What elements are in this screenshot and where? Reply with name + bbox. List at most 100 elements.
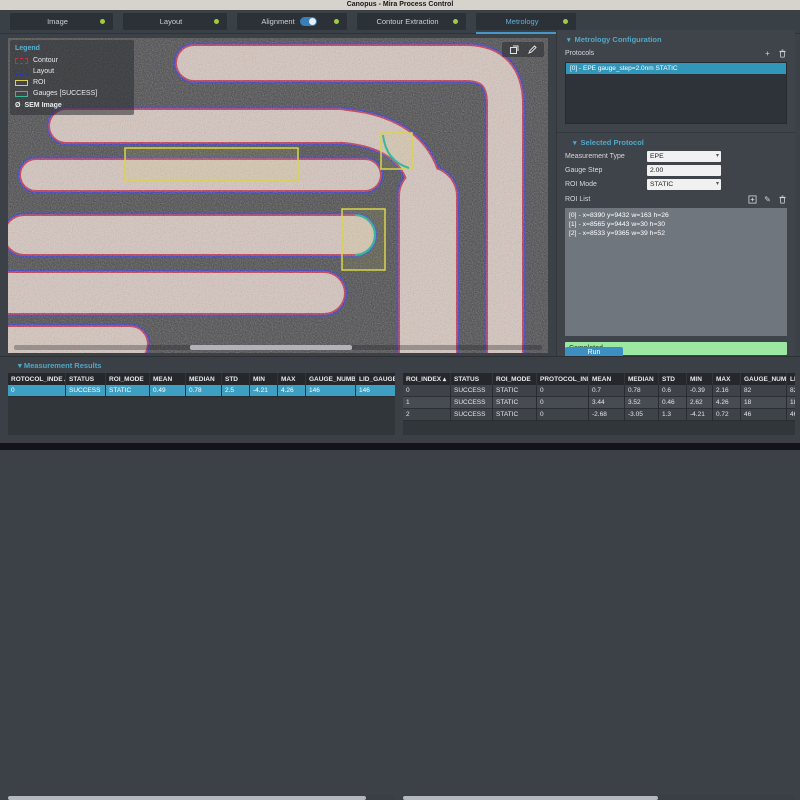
table-row[interactable]: 0SUCCESSSTATIC00.70.780.6-0.392.1682820: [403, 385, 795, 397]
status-dot: [214, 19, 219, 24]
sem-image-label: SEM Image: [24, 102, 61, 109]
column-header[interactable]: ROI_MODE: [493, 373, 537, 385]
roi-box-2[interactable]: [342, 209, 385, 270]
collapse-caret-icon: ▾: [18, 361, 22, 370]
table-cell: 0.72: [713, 409, 741, 421]
protocol-item-selected[interactable]: [0] - EPE gauge_step=2.0nm STATIC: [566, 63, 786, 74]
gauge-step-input[interactable]: 2.00: [647, 165, 721, 176]
tab-layout[interactable]: Layout: [123, 13, 227, 30]
gauges-swatch-icon: [15, 91, 28, 97]
roi-list-item[interactable]: [0] - x=8390 y=9432 w=163 h=26: [569, 211, 787, 220]
column-header[interactable]: MEAN: [589, 373, 625, 385]
column-header[interactable]: MIN: [687, 373, 713, 385]
column-header[interactable]: ROTOCOL_INDE ▴: [8, 373, 66, 385]
edit-roi-icon[interactable]: ✎: [763, 195, 772, 204]
metrology-configuration-header[interactable]: ▾Metrology Configuration: [557, 30, 795, 44]
legend-label: Gauges [SUCCESS]: [33, 88, 97, 99]
table-cell: 0: [537, 397, 589, 409]
legend-item-layout[interactable]: Layout: [15, 66, 129, 77]
table-cell: 2: [403, 409, 451, 421]
status-dot: [334, 19, 339, 24]
status-dot: [453, 19, 458, 24]
roi-mode-select[interactable]: STATIC: [647, 179, 721, 190]
add-protocol-icon[interactable]: +: [763, 49, 772, 58]
alignment-toggle[interactable]: [300, 17, 317, 26]
column-header[interactable]: STATUS: [451, 373, 493, 385]
table-row[interactable]: 1SUCCESSSTATIC03.443.520.462.624.2618180: [403, 397, 795, 409]
column-header[interactable]: STATUS: [66, 373, 106, 385]
table-row[interactable]: 0SUCCESSSTATIC0.490.782.5-4.214.26146146…: [8, 385, 395, 397]
measurement-type-select[interactable]: EPE: [647, 151, 721, 162]
roi-results-table-container[interactable]: ROI_INDEX ▴STATUSROI_MODEPROTOCOL_INDEXM…: [403, 373, 795, 435]
table-cell: 2.5: [222, 385, 250, 397]
table-row[interactable]: 2SUCCESSSTATIC0-2.68-3.051.3-4.210.72464…: [403, 409, 795, 421]
column-header[interactable]: MEDIAN: [625, 373, 659, 385]
table-cell: -3.05: [625, 409, 659, 421]
column-header[interactable]: ROI_INDEX ▴: [403, 373, 451, 385]
column-header[interactable]: GAUGE_NUMBER: [306, 373, 356, 385]
column-header[interactable]: MEAN: [150, 373, 186, 385]
tab-contour-extraction-label: Contour Extraction: [376, 17, 446, 26]
table-cell: 46: [741, 409, 787, 421]
roi-list[interactable]: [0] - x=8390 y=9432 w=163 h=26 [1] - x=8…: [565, 208, 787, 336]
sem-image-toggle[interactable]: Ø SEM Image: [15, 100, 129, 111]
table-cell: 1: [403, 397, 451, 409]
column-header[interactable]: LID_GAUGE_NUMI: [356, 373, 396, 385]
column-header[interactable]: MIN: [250, 373, 278, 385]
roi-box-0[interactable]: [125, 148, 298, 181]
protocol-results-table-container[interactable]: ROTOCOL_INDE ▴STATUSROI_MODEMEANMEDIANST…: [8, 373, 395, 435]
column-header[interactable]: STD: [659, 373, 687, 385]
sem-image-viewport[interactable]: Legend Contour Layout ROI Gauges [SUCCES…: [8, 38, 548, 353]
column-header[interactable]: STD: [222, 373, 250, 385]
protocols-list: [0] - EPE gauge_step=2.0nm STATIC: [565, 62, 787, 124]
tab-image[interactable]: Image: [10, 13, 113, 30]
capture-icon[interactable]: [509, 45, 519, 55]
table-cell: 146: [356, 385, 396, 397]
delete-protocol-icon[interactable]: [778, 49, 787, 58]
tab-image-label: Image: [47, 17, 76, 26]
protocol-results-table: ROTOCOL_INDE ▴STATUSROI_MODEMEANMEDIANST…: [8, 373, 395, 397]
tab-layout-label: Layout: [160, 17, 191, 26]
table-cell: -4.21: [250, 385, 278, 397]
table-cell: 4.26: [278, 385, 306, 397]
right-table-hscrollbar[interactable]: [403, 795, 795, 800]
column-header[interactable]: ROI_MODE: [106, 373, 150, 385]
table-cell: 3.44: [589, 397, 625, 409]
legend-item-roi[interactable]: ROI: [15, 77, 129, 88]
roi-box-1[interactable]: [381, 133, 412, 169]
table-cell: 0.49: [150, 385, 186, 397]
add-roi-icon[interactable]: [748, 195, 757, 204]
selected-protocol-header[interactable]: ▾Selected Protocol: [557, 133, 795, 147]
delete-roi-icon[interactable]: [778, 195, 787, 204]
legend-item-contour[interactable]: Contour: [15, 55, 129, 66]
viewer-hscrollbar-thumb[interactable]: [190, 345, 352, 350]
table-cell: -0.39: [687, 385, 713, 397]
column-header[interactable]: MEDIAN: [186, 373, 222, 385]
left-table-hscrollbar[interactable]: [8, 795, 395, 800]
table-cell: 146: [306, 385, 356, 397]
legend-item-gauges[interactable]: Gauges [SUCCESS]: [15, 88, 129, 99]
scrollbar-thumb[interactable]: [8, 796, 366, 800]
roi-list-item[interactable]: [1] - x=8565 y=9443 w=30 h=30: [569, 220, 787, 229]
column-header[interactable]: PROTOCOL_INDEX: [537, 373, 589, 385]
column-header[interactable]: MAX: [713, 373, 741, 385]
column-header[interactable]: GAUGE_NUMBER: [741, 373, 787, 385]
table-cell: -2.68: [589, 409, 625, 421]
table-cell: STATIC: [493, 385, 537, 397]
scrollbar-thumb[interactable]: [403, 796, 658, 800]
measurement-results-header[interactable]: ▾ Measurement Results: [0, 357, 800, 370]
column-header[interactable]: MAX: [278, 373, 306, 385]
legend-title[interactable]: Legend: [15, 43, 129, 54]
table-cell: 82: [741, 385, 787, 397]
contour-swatch-icon: [15, 58, 28, 64]
column-header[interactable]: LID_GAUGE_NUMB: [787, 373, 796, 385]
table-cell: 0: [537, 385, 589, 397]
tab-contour-extraction[interactable]: Contour Extraction: [357, 13, 466, 30]
table-cell: 2.16: [713, 385, 741, 397]
viewer-toolbar: [502, 42, 544, 57]
tab-alignment[interactable]: Alignment: [237, 13, 347, 30]
tab-metrology[interactable]: Metrology: [476, 13, 576, 30]
eye-icon: Ø: [15, 102, 20, 109]
pen-icon[interactable]: [527, 45, 537, 55]
roi-list-item[interactable]: [2] - x=8533 y=9365 w=39 h=52: [569, 229, 787, 238]
